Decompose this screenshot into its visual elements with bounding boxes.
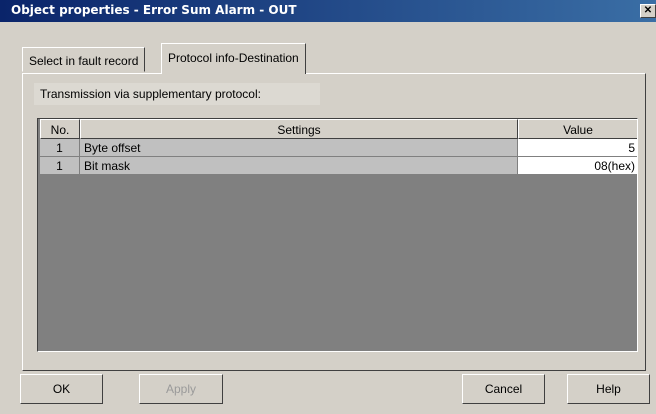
setting-name: Byte offset [80,139,518,157]
object-properties-dialog: Object properties - Error Sum Alarm - OU… [0,0,656,414]
column-header-value[interactable]: Value [518,119,637,139]
ok-button[interactable]: OK [20,374,103,404]
help-button[interactable]: Help [567,374,650,404]
row-number: 1 [40,139,80,157]
apply-button[interactable]: Apply [139,374,223,404]
setting-value-field[interactable]: 08(hex) [518,157,637,175]
column-header-settings[interactable]: Settings [80,119,518,139]
settings-table: No. Settings Value 1 Byte offset 5 1 Bit… [37,118,638,352]
setting-value-field[interactable]: 5 [518,139,637,157]
title-bar: Object properties - Error Sum Alarm - OU… [0,0,656,22]
group-label: Transmission via supplementary protocol: [34,83,320,105]
table-row: 1 Byte offset 5 [40,139,637,157]
table-row: 1 Bit mask 08(hex) [40,157,637,175]
close-icon[interactable]: ✕ [640,4,656,18]
tab-select-in-fault-record[interactable]: Select in fault record [22,47,146,72]
column-header-no[interactable]: No. [40,119,80,139]
window-title: Object properties - Error Sum Alarm - OU… [11,3,297,17]
cancel-button[interactable]: Cancel [462,374,545,404]
row-number: 1 [40,157,80,175]
tab-protocol-info-destination[interactable]: Protocol info-Destination [161,43,306,74]
setting-name: Bit mask [80,157,518,175]
